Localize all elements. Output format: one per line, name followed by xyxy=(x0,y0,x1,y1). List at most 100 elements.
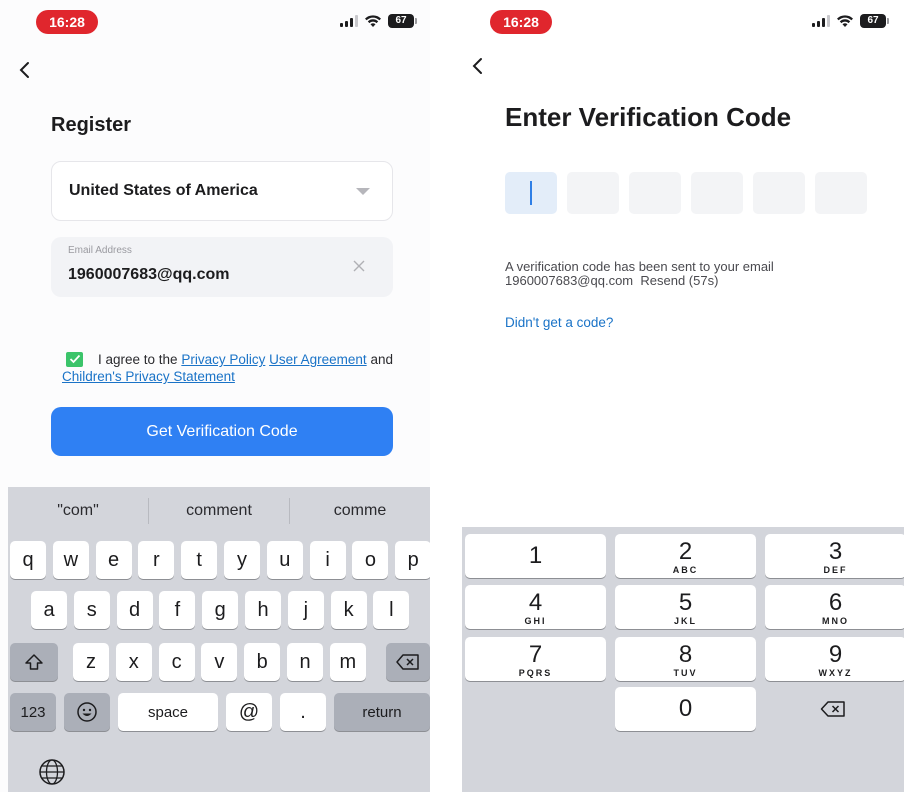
keypad-key-1[interactable]: 1 xyxy=(465,534,606,578)
keypad-key-0[interactable]: 0 xyxy=(615,687,756,731)
at-key[interactable]: @ xyxy=(226,693,272,731)
keypad-letters: DEF xyxy=(823,565,848,575)
key-c[interactable]: c xyxy=(158,643,195,681)
email-field[interactable]: Email Address 1960007683@qq.com xyxy=(51,237,393,297)
keypad-key-4[interactable]: 4 GHI xyxy=(465,585,606,629)
status-bar: 16:28 67 xyxy=(462,8,904,38)
keypad-key-7[interactable]: 7 PQRS xyxy=(465,637,606,681)
keypad-key-3[interactable]: 3 DEF xyxy=(765,534,904,578)
country-select[interactable]: United States of America xyxy=(51,161,393,221)
email-field-value: 1960007683@qq.com xyxy=(68,266,230,283)
key-h[interactable]: h xyxy=(245,591,281,629)
keypad-letters: TUV xyxy=(673,668,698,678)
keypad-key-6[interactable]: 6 MNO xyxy=(765,585,904,629)
key-i[interactable]: i xyxy=(309,541,346,579)
shift-key[interactable] xyxy=(10,643,58,681)
cellular-signal-icon xyxy=(340,15,358,27)
childrens-privacy-link[interactable]: Children's Privacy Statement xyxy=(62,369,235,384)
chevron-down-icon xyxy=(356,188,370,195)
numbers-key[interactable]: 123 xyxy=(10,693,56,731)
agreement-checkbox[interactable] xyxy=(66,352,83,367)
keypad-key-8[interactable]: 8 TUV xyxy=(615,637,756,681)
key-z[interactable]: z xyxy=(73,643,109,681)
user-agreement-link[interactable]: User Agreement xyxy=(269,352,367,367)
keypad-digit: 8 xyxy=(678,641,693,668)
key-s[interactable]: s xyxy=(73,591,110,629)
space-key[interactable]: space xyxy=(118,693,218,731)
key-p[interactable]: p xyxy=(395,541,430,579)
key-f[interactable]: f xyxy=(159,591,196,629)
checkmark-icon xyxy=(69,354,81,364)
keypad-letters: JKL xyxy=(673,616,697,626)
code-digit-box[interactable] xyxy=(815,172,867,214)
key-o[interactable]: o xyxy=(352,541,389,579)
keypad-digit: 2 xyxy=(678,538,693,565)
globe-icon[interactable] xyxy=(38,758,66,786)
keypad-key-2[interactable]: 2 ABC xyxy=(615,534,756,578)
key-u[interactable]: u xyxy=(266,541,303,579)
sent-email: 1960007683@qq.com xyxy=(505,273,634,288)
code-sent-message: A verification code has been sent to you… xyxy=(505,260,774,288)
key-e[interactable]: e xyxy=(95,541,132,579)
verification-code-input[interactable] xyxy=(505,172,867,214)
code-digit-box[interactable] xyxy=(629,172,681,214)
agreement-text: I agree to the Privacy Policy User Agree… xyxy=(62,351,402,385)
battery-icon: 67 xyxy=(860,14,889,28)
key-t[interactable]: t xyxy=(181,541,218,579)
didnt-get-code-link[interactable]: Didn't get a code? xyxy=(505,315,613,330)
privacy-policy-link[interactable]: Privacy Policy xyxy=(181,352,265,367)
keypad-letters: ABC xyxy=(672,565,699,575)
country-select-value: United States of America xyxy=(69,182,258,199)
page-title: Register xyxy=(51,114,132,136)
back-button[interactable] xyxy=(462,51,492,81)
keypad-key-9[interactable]: 9 WXYZ xyxy=(765,637,904,681)
key-m[interactable]: m xyxy=(329,643,366,681)
status-time: 16:28 xyxy=(490,10,552,34)
clear-icon[interactable] xyxy=(351,258,367,274)
resend-button[interactable]: Resend (57s) xyxy=(640,273,718,288)
key-l[interactable]: l xyxy=(373,591,410,629)
delete-key[interactable] xyxy=(762,687,903,731)
dot-key[interactable]: . xyxy=(280,693,326,731)
key-n[interactable]: n xyxy=(287,643,323,681)
keypad-digit: 3 xyxy=(828,538,843,565)
key-d[interactable]: d xyxy=(116,591,153,629)
code-digit-box[interactable] xyxy=(505,172,557,214)
code-digit-box[interactable] xyxy=(753,172,805,214)
key-x[interactable]: x xyxy=(115,643,152,681)
key-q[interactable]: q xyxy=(10,541,46,579)
key-a[interactable]: a xyxy=(31,591,67,629)
keypad-letters: PQRS xyxy=(518,668,553,678)
key-j[interactable]: j xyxy=(287,591,324,629)
keypad-digit: 0 xyxy=(678,695,693,722)
code-digit-box[interactable] xyxy=(691,172,743,214)
cellular-signal-icon xyxy=(812,15,830,27)
key-w[interactable]: w xyxy=(52,541,89,579)
shift-icon xyxy=(25,654,43,670)
emoji-icon xyxy=(77,702,97,722)
verification-screen: 16:28 67 Enter Verification Code A verif… xyxy=(462,0,904,792)
key-k[interactable]: k xyxy=(330,591,367,629)
suggestion-item[interactable]: comme xyxy=(290,502,430,520)
email-field-label: Email Address xyxy=(68,245,132,256)
key-g[interactable]: g xyxy=(202,591,239,629)
keypad-key-5[interactable]: 5 JKL xyxy=(615,585,756,629)
wifi-icon xyxy=(837,15,853,27)
delete-key[interactable] xyxy=(386,643,430,681)
key-v[interactable]: v xyxy=(201,643,238,681)
suggestion-item[interactable]: "com" xyxy=(8,502,148,520)
key-y[interactable]: y xyxy=(224,541,260,579)
agreement-prefix: I agree to the xyxy=(98,352,178,367)
register-screen: 16:28 67 Register United States of Ameri… xyxy=(0,0,430,792)
keypad-digit: 5 xyxy=(678,589,693,616)
keypad-letters: MNO xyxy=(822,616,849,626)
get-verification-code-button[interactable]: Get Verification Code xyxy=(51,407,393,456)
key-r[interactable]: r xyxy=(138,541,175,579)
code-digit-box[interactable] xyxy=(567,172,619,214)
return-key[interactable]: return xyxy=(334,693,430,731)
keypad-digit: 1 xyxy=(528,542,543,569)
key-b[interactable]: b xyxy=(244,643,281,681)
back-button[interactable] xyxy=(9,55,39,85)
suggestion-item[interactable]: comment xyxy=(149,502,289,520)
emoji-key[interactable] xyxy=(64,693,110,731)
